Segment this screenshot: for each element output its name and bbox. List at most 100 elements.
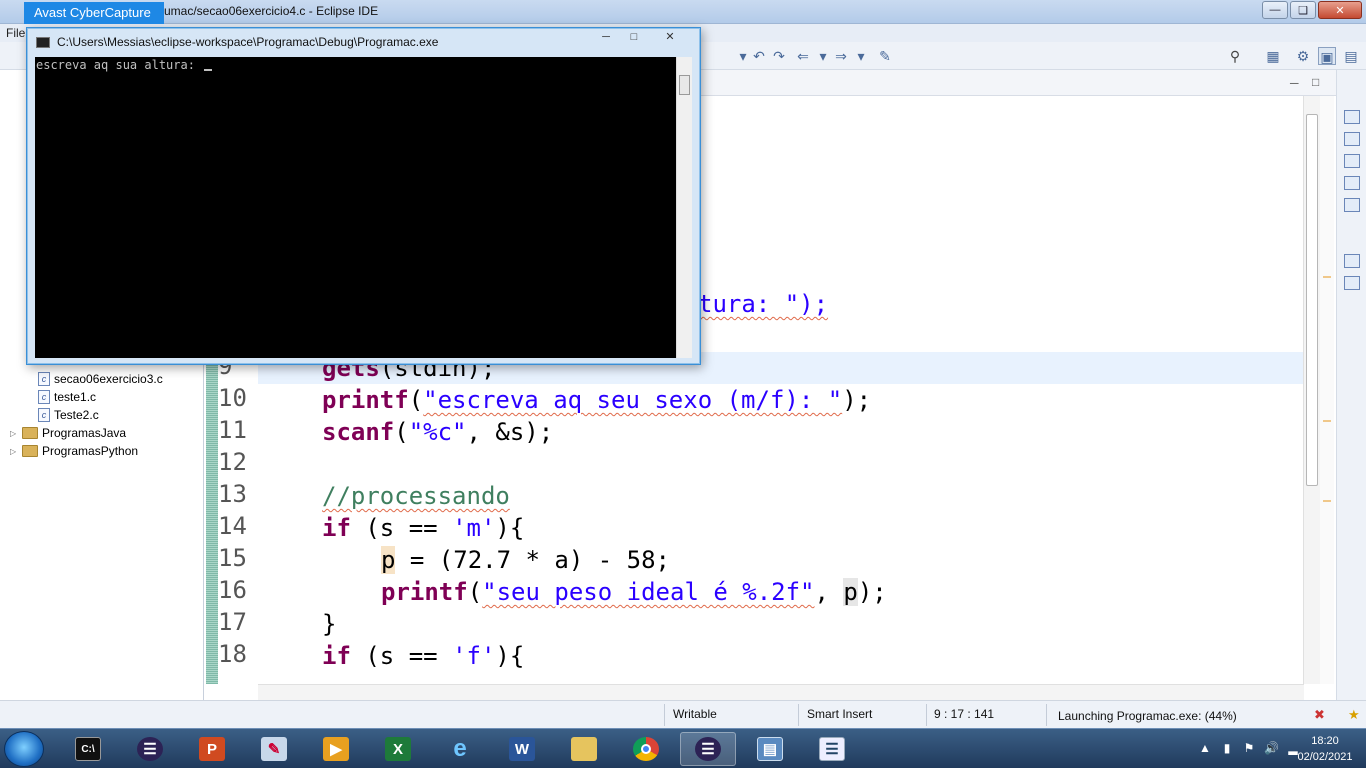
console-view-icon[interactable]: [1344, 154, 1360, 168]
expand-icon[interactable]: ▷: [10, 429, 18, 438]
code-line-8-tail: tura: ");: [698, 290, 829, 318]
tree-item-label: ProgramasPython: [42, 444, 139, 458]
cmd-icon: C:\: [75, 737, 101, 761]
pin-editor-icon[interactable]: ✎: [876, 47, 894, 65]
target-view-icon[interactable]: [1344, 276, 1360, 290]
action-center-flag-icon[interactable]: ⚑: [1242, 741, 1256, 755]
eclipse-icon: ☰: [695, 737, 721, 761]
text-cursor: [204, 69, 213, 71]
chrome-icon: [633, 737, 659, 761]
tree-item-c-file[interactable]: c teste1.c: [38, 388, 96, 406]
editor-vertical-scrollbar[interactable]: [1303, 96, 1320, 684]
tree-item-c-file[interactable]: c Teste2.c: [38, 406, 99, 424]
internet-explorer-icon: e: [453, 735, 467, 762]
clock[interactable]: 18:20 02/02/2021: [1292, 733, 1358, 765]
code-line-18: if (s == 'f'){: [322, 642, 525, 670]
console-maximize-button[interactable]: □: [621, 29, 647, 46]
taskbar-notepad[interactable]: ☰: [804, 732, 860, 766]
avast-cybercapture-banner[interactable]: Avast CyberCapture: [24, 2, 164, 24]
dropdown-icon[interactable]: ▾: [852, 47, 870, 65]
console-screen[interactable]: escreva aq sua altura:: [35, 57, 676, 358]
occurrence-marker[interactable]: [1323, 420, 1331, 422]
tasks-view-icon[interactable]: [1344, 198, 1360, 212]
back-icon[interactable]: ⇐: [794, 47, 812, 65]
line-number: 11: [218, 416, 247, 444]
status-separator: [798, 704, 799, 726]
taskbar-paint[interactable]: ✎: [246, 732, 302, 766]
editor-horizontal-scrollbar[interactable]: [258, 684, 1304, 700]
taskbar-file-explorer[interactable]: [556, 732, 612, 766]
remote-desktop-icon: ▤: [757, 737, 783, 761]
expand-icon[interactable]: ▷: [10, 447, 18, 456]
tree-item-project[interactable]: ▷ ProgramasPython: [10, 442, 138, 460]
taskbar-word[interactable]: W: [494, 732, 550, 766]
tip-icon[interactable]: ★: [1348, 707, 1360, 723]
line-number: 13: [218, 480, 247, 508]
search-icon[interactable]: ⚲: [1226, 47, 1244, 65]
outline-view-icon[interactable]: [1344, 110, 1360, 124]
volume-icon[interactable]: 🔊: [1264, 741, 1279, 755]
dropdown-icon[interactable]: ▾: [814, 47, 832, 65]
word-icon: W: [509, 737, 535, 761]
taskbar-eclipse[interactable]: ☰: [122, 732, 178, 766]
console-output-line: escreva aq sua altura:: [36, 58, 213, 72]
scrollbar-thumb[interactable]: [1306, 114, 1318, 486]
right-trim-toolbar: [1336, 70, 1366, 700]
console-window[interactable]: C:\Users\Messias\eclipse-workspace\Progr…: [26, 27, 701, 365]
taskbar-cmd[interactable]: C:\: [60, 732, 116, 766]
console-scrollbar[interactable]: [676, 57, 692, 358]
minimize-view-icon[interactable]: ─: [1290, 76, 1299, 90]
java-perspective-icon[interactable]: ▤: [1342, 47, 1360, 65]
menu-file[interactable]: File: [6, 26, 25, 40]
hierarchy-view-icon[interactable]: [1344, 254, 1360, 268]
occurrence-marker[interactable]: [1323, 276, 1331, 278]
start-button[interactable]: [4, 731, 44, 767]
minimize-button[interactable]: —: [1262, 1, 1288, 19]
cmd-window-icon: [36, 37, 50, 48]
tree-item-label: teste1.c: [54, 390, 97, 404]
console-close-button[interactable]: ✕: [657, 29, 683, 46]
taskbar-powerpoint[interactable]: P: [184, 732, 240, 766]
tree-item-label: secao06exercicio3.c: [54, 372, 163, 386]
console-scrollbar-thumb[interactable]: [679, 75, 690, 95]
prev-annotation-icon[interactable]: ↶: [750, 47, 768, 65]
tree-item-project[interactable]: ▷ ProgramasJava: [10, 424, 126, 442]
network-device-icon[interactable]: ▮: [1220, 741, 1234, 755]
c-file-icon: c: [38, 372, 50, 386]
include-browser-icon[interactable]: [1344, 132, 1360, 146]
line-number: 10: [218, 384, 247, 412]
taskbar-excel[interactable]: X: [370, 732, 426, 766]
taskbar-media-player[interactable]: ▶: [308, 732, 364, 766]
status-writable: Writable: [673, 707, 717, 721]
code-line-17: }: [322, 610, 337, 638]
clock-time: 18:20: [1311, 735, 1339, 747]
excel-icon: X: [385, 737, 411, 761]
problems-view-icon[interactable]: [1344, 176, 1360, 190]
code-line-10: printf("escreva aq seu sexo (m/f): ");: [322, 386, 872, 414]
cancel-operation-icon[interactable]: ✖: [1314, 707, 1325, 723]
c-perspective-icon[interactable]: ▣: [1318, 47, 1336, 65]
close-button[interactable]: ✕: [1318, 1, 1362, 19]
line-number: 12: [218, 448, 247, 476]
occurrence-marker[interactable]: [1323, 500, 1331, 502]
next-annotation-icon[interactable]: ↷: [770, 47, 788, 65]
maximize-view-icon[interactable]: □: [1312, 75, 1319, 89]
debug-perspective-icon[interactable]: ⚙: [1294, 47, 1312, 65]
maximize-button[interactable]: ❑: [1290, 1, 1316, 19]
status-cursor-position: 9 : 17 : 141: [934, 707, 995, 721]
open-perspective-icon[interactable]: ▦: [1264, 47, 1282, 65]
console-minimize-button[interactable]: ─: [593, 29, 619, 46]
taskbar-internet-explorer[interactable]: e: [432, 732, 488, 766]
forward-icon[interactable]: ⇒: [832, 47, 850, 65]
taskbar-remote-desktop[interactable]: ▤: [742, 732, 798, 766]
code-line-13: //processando: [322, 482, 510, 510]
overview-ruler[interactable]: [1320, 96, 1334, 684]
taskbar-eclipse-active[interactable]: ☰: [680, 732, 736, 766]
system-tray: ▲ ▮ ⚑ 🔊 ▂ 18:20 02/02/2021: [1146, 729, 1366, 768]
tree-item-c-file[interactable]: c secao06exercicio3.c: [38, 370, 163, 388]
window-title: umac/secao06exercicio4.c - Eclipse IDE: [164, 4, 379, 18]
tree-item-label: ProgramasJava: [42, 426, 127, 440]
eclipse-titlebar: umac/secao06exercicio4.c - Eclipse IDE —…: [0, 0, 1366, 24]
taskbar-chrome[interactable]: [618, 732, 674, 766]
show-hidden-icons-icon[interactable]: ▲: [1198, 741, 1212, 755]
